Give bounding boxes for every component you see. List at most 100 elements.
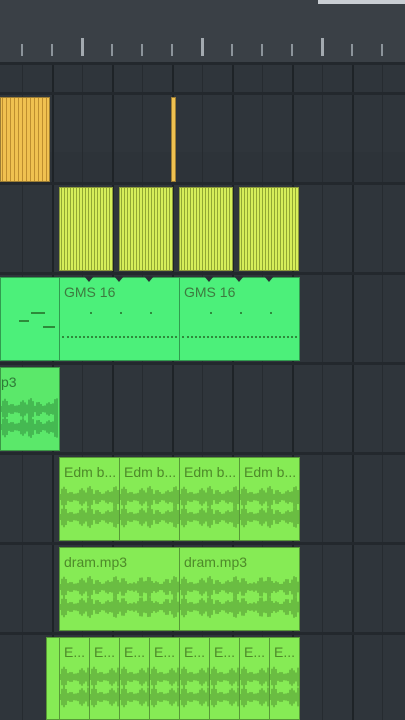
pattern-clip-lime[interactable] [59,187,113,271]
audio-clip-e[interactable]: E... [119,637,150,720]
waveform-path [120,486,179,508]
grid-line [322,65,323,720]
pattern-clip-yellow[interactable] [0,97,50,182]
waveform-path [270,686,299,708]
clip-name: Edm b... [124,464,177,480]
pattern-note-strip [208,188,209,270]
waveform [120,486,179,508]
pattern-note-strip [241,188,242,270]
pattern-note-strip [199,188,200,270]
pattern-note-strip [205,188,206,270]
waveform-path [240,506,299,528]
waveform-path [240,486,299,508]
pattern-note-strip [244,188,245,270]
waveform-path [180,596,299,618]
pattern-note-strip [154,188,155,270]
pattern-note-strip [160,188,161,270]
note-dot [150,312,152,314]
pattern-note-strip [202,188,203,270]
pattern-clip-lime[interactable] [179,187,233,271]
audio-clip-e[interactable]: E... [89,637,120,720]
audio-clip-edm[interactable]: Edm b... [59,457,120,541]
pattern-note-strip [277,188,278,270]
audio-clip-e[interactable]: E... [269,637,300,720]
pattern-note-strip [148,188,149,270]
timeline-scroll-strip[interactable] [318,0,405,4]
note-row [62,336,177,338]
clip-name: E... [184,644,206,660]
waveform [210,686,239,708]
waveform-path [150,666,179,688]
grid-line [352,65,354,720]
waveform [180,686,209,708]
audio-clip-e[interactable]: E... [239,637,270,720]
waveform [180,506,239,528]
waveform [120,686,149,708]
pattern-note-strip [18,98,19,181]
audio-clip-e[interactable]: E... [149,637,180,720]
note-dot [120,312,122,314]
note-dot [270,312,272,314]
pattern-note-strip [142,188,143,270]
waveform [60,506,119,528]
audio-clip-e[interactable]: E... [209,637,240,720]
waveform [180,576,299,598]
waveform-path [90,666,119,688]
pattern-note-strip [268,188,269,270]
row-divider [0,542,405,545]
audio-clip-e[interactable]: E... [179,637,210,720]
note-dot [210,312,212,314]
pattern-note-strip [226,188,227,270]
timeline-ruler[interactable] [0,0,405,65]
ruler-tick [351,44,353,56]
clip-name: dram.mp3 [184,554,248,570]
pattern-note-strip [286,188,287,270]
pattern-note-strip [103,188,104,270]
pattern-note-strip [217,188,218,270]
waveform-path [120,686,149,708]
audio-clip-edm[interactable]: Edm b... [179,457,240,541]
pattern-note-strip [100,188,101,270]
pattern-clip-gms[interactable]: GMS 16 [59,277,180,361]
waveform-path [150,686,179,708]
ruler-tick [201,38,204,56]
waveform [180,596,299,618]
pattern-clip-yellow-edge[interactable] [171,97,176,182]
waveform [60,486,119,508]
audio-clip-edm[interactable]: Edm b... [119,457,180,541]
pattern-note-strip [6,98,7,181]
pattern-note-strip [64,188,65,270]
ruler-tick [81,38,84,56]
pattern-note-strip [91,188,92,270]
pattern-note-strip [247,188,248,270]
note-dash [43,326,55,328]
audio-clip-e[interactable]: E... [59,637,90,720]
pattern-note-strip [70,188,71,270]
pattern-clip-gms[interactable]: GMS 16 [179,277,300,361]
pattern-clip-lime[interactable] [239,187,299,271]
pattern-note-strip [22,98,23,181]
audio-clip-dram[interactable]: dram.mp3 [59,547,180,631]
clip-name: E... [244,644,266,660]
clip-name: E... [64,644,86,660]
pattern-note-strip [280,188,281,270]
clip-name: dram.mp3 [64,554,128,570]
clip-name: Edm b... [244,464,297,480]
waveform [180,486,239,508]
audio-clip-edge[interactable] [46,637,60,720]
note-dash [31,312,45,314]
pattern-note-strip [139,188,140,270]
audio-clip-edm[interactable]: Edm b... [239,457,300,541]
clip-name: p3 [1,374,17,390]
pattern-note-strip [124,188,125,270]
pattern-clip-green[interactable] [0,277,60,361]
pattern-note-strip [61,188,62,270]
pattern-note-strip [196,188,197,270]
pattern-note-strip [190,188,191,270]
audio-clip-mp3[interactable]: p3 [0,367,60,451]
audio-clip-dram[interactable]: dram.mp3 [179,547,300,631]
waveform-path [90,686,119,708]
ruler-tick [261,44,263,56]
pattern-clip-lime[interactable] [119,187,173,271]
clip-name: Edm b... [64,464,117,480]
